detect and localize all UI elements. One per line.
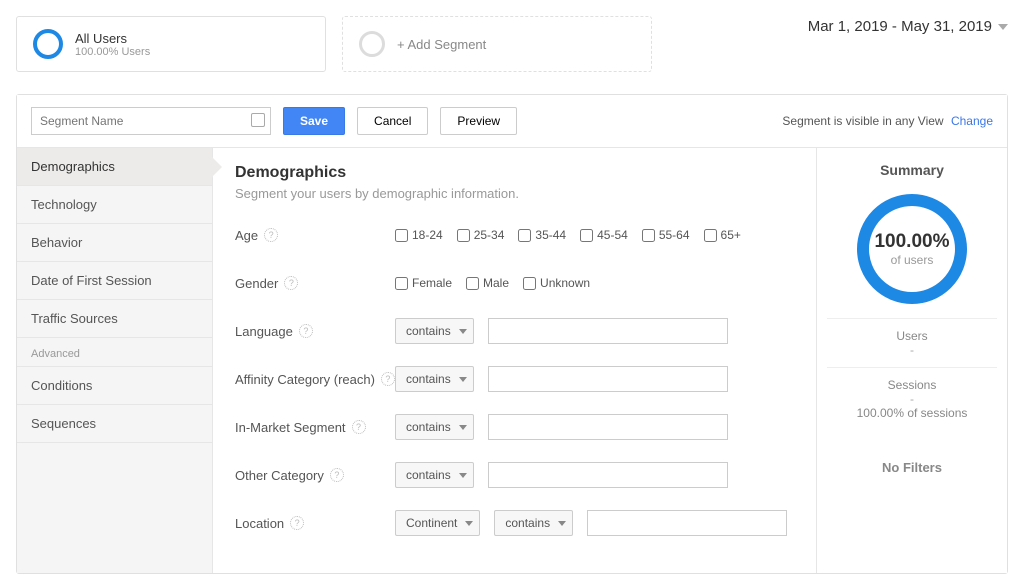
help-icon[interactable]: ? xyxy=(284,276,298,290)
add-segment-label: + Add Segment xyxy=(397,37,486,52)
segment-name-input[interactable] xyxy=(31,107,271,135)
chevron-down-icon xyxy=(459,377,467,382)
gender-unknown[interactable]: Unknown xyxy=(523,276,590,290)
content-heading: Demographics xyxy=(235,164,794,182)
location-op-dropdown[interactable]: contains xyxy=(494,510,573,536)
location-scope-dropdown[interactable]: Continent xyxy=(395,510,480,536)
language-input[interactable] xyxy=(488,318,728,344)
age-45-54[interactable]: 45-54 xyxy=(580,228,628,242)
change-visibility-link[interactable]: Change xyxy=(951,114,993,128)
location-input[interactable] xyxy=(587,510,787,536)
chevron-down-icon xyxy=(465,521,473,526)
segment-title: All Users xyxy=(75,31,150,46)
segment-subtitle: 100.00% Users xyxy=(75,46,150,58)
sidebar-item-behavior[interactable]: Behavior xyxy=(17,224,212,262)
language-label: Language xyxy=(235,324,293,339)
other-label: Other Category xyxy=(235,468,324,483)
inmarket-label: In-Market Segment xyxy=(235,420,346,435)
affinity-op-dropdown[interactable]: contains xyxy=(395,366,474,392)
chevron-down-icon xyxy=(459,329,467,334)
save-button[interactable]: Save xyxy=(283,107,345,135)
segment-name-icon[interactable] xyxy=(251,113,265,127)
other-input[interactable] xyxy=(488,462,728,488)
other-op-dropdown[interactable]: contains xyxy=(395,462,474,488)
content-subheading: Segment your users by demographic inform… xyxy=(235,186,794,201)
segment-card-all-users[interactable]: All Users 100.00% Users xyxy=(16,16,326,72)
age-18-24[interactable]: 18-24 xyxy=(395,228,443,242)
sidebar-item-conditions[interactable]: Conditions xyxy=(17,367,212,405)
gender-label: Gender xyxy=(235,276,278,291)
affinity-input[interactable] xyxy=(488,366,728,392)
sidebar-item-technology[interactable]: Technology xyxy=(17,186,212,224)
add-segment-circle-icon xyxy=(359,31,385,57)
location-label: Location xyxy=(235,516,284,531)
age-35-44[interactable]: 35-44 xyxy=(518,228,566,242)
summary-pct: 100.00% xyxy=(874,231,949,253)
age-65[interactable]: 65+ xyxy=(704,228,741,242)
chevron-down-icon xyxy=(459,473,467,478)
inmarket-op-dropdown[interactable]: contains xyxy=(395,414,474,440)
affinity-label: Affinity Category (reach) xyxy=(235,372,375,387)
help-icon[interactable]: ? xyxy=(352,420,366,434)
inmarket-input[interactable] xyxy=(488,414,728,440)
help-icon[interactable]: ? xyxy=(381,372,395,386)
language-op-dropdown[interactable]: contains xyxy=(395,318,474,344)
sidebar-advanced-label: Advanced xyxy=(17,338,212,367)
summary-sessions: Sessions - 100.00% of sessions xyxy=(827,367,997,430)
summary-users: Users - xyxy=(827,318,997,367)
preview-button[interactable]: Preview xyxy=(440,107,517,135)
sidebar-item-demographics[interactable]: Demographics xyxy=(17,148,212,186)
gender-male[interactable]: Male xyxy=(466,276,509,290)
date-range-picker[interactable]: Mar 1, 2019 - May 31, 2019 xyxy=(808,16,1008,35)
age-25-34[interactable]: 25-34 xyxy=(457,228,505,242)
help-icon[interactable]: ? xyxy=(330,468,344,482)
chevron-down-icon xyxy=(998,24,1008,30)
date-range-text: Mar 1, 2019 - May 31, 2019 xyxy=(808,18,992,35)
summary-of: of users xyxy=(891,253,934,267)
chevron-down-icon xyxy=(558,521,566,526)
cancel-button[interactable]: Cancel xyxy=(357,107,428,135)
sidebar-item-traffic-sources[interactable]: Traffic Sources xyxy=(17,300,212,338)
sidebar-item-date-first-session[interactable]: Date of First Session xyxy=(17,262,212,300)
summary-panel: Summary 100.00% of users Users - Session… xyxy=(817,148,1007,573)
help-icon[interactable]: ? xyxy=(299,324,313,338)
summary-title: Summary xyxy=(827,162,997,178)
summary-donut: 100.00% of users xyxy=(857,194,967,304)
visibility-text: Segment is visible in any View Change xyxy=(782,114,993,128)
segment-circle-icon xyxy=(33,29,63,59)
gender-female[interactable]: Female xyxy=(395,276,452,290)
sidebar: Demographics Technology Behavior Date of… xyxy=(17,148,213,573)
sidebar-item-sequences[interactable]: Sequences xyxy=(17,405,212,443)
age-label: Age xyxy=(235,228,258,243)
help-icon[interactable]: ? xyxy=(264,228,278,242)
summary-no-filters: No Filters xyxy=(827,430,997,475)
help-icon[interactable]: ? xyxy=(290,516,304,530)
chevron-down-icon xyxy=(459,425,467,430)
age-55-64[interactable]: 55-64 xyxy=(642,228,690,242)
content-panel: Demographics Segment your users by demog… xyxy=(213,148,817,573)
add-segment-card[interactable]: + Add Segment xyxy=(342,16,652,72)
